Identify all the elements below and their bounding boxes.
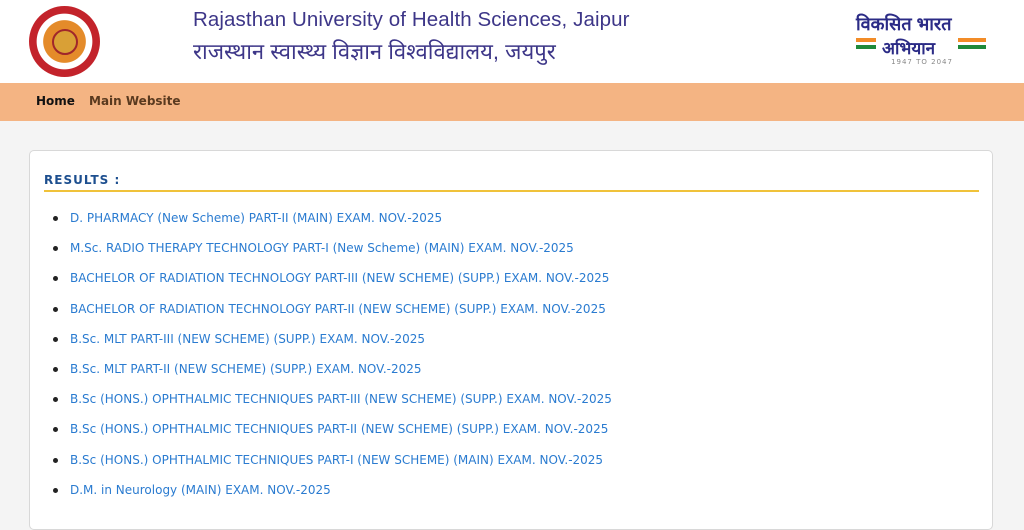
campaign-line2: अभियान [882, 39, 936, 58]
saffron-stripe [856, 38, 876, 42]
university-title-hindi: राजस्थान स्वास्थ्य विज्ञान विश्वविद्यालय… [193, 39, 556, 64]
result-link[interactable]: B.Sc. MLT PART-II (NEW SCHEME) (SUPP.) E… [70, 362, 422, 376]
university-title-english: Rajasthan University of Health Sciences,… [193, 8, 630, 31]
result-link[interactable]: M.Sc. RADIO THERAPY TECHNOLOGY PART-I (N… [70, 241, 574, 255]
result-item: B.Sc. MLT PART-II (NEW SCHEME) (SUPP.) E… [50, 360, 612, 390]
university-seal-icon [29, 6, 100, 77]
result-link[interactable]: BACHELOR OF RADIATION TECHNOLOGY PART-II… [70, 302, 606, 316]
green-stripe-right [958, 45, 986, 49]
campaign-years: 1947 TO 2047 [891, 58, 953, 66]
result-item: B.Sc (HONS.) OPHTHALMIC TECHNIQUES PART-… [50, 390, 612, 420]
green-stripe [856, 45, 876, 49]
nav-home-link[interactable]: Home [36, 94, 75, 108]
result-item: BACHELOR OF RADIATION TECHNOLOGY PART-II… [50, 300, 612, 330]
campaign-row2: अभियान [856, 36, 988, 58]
result-item: B.Sc (HONS.) OPHTHALMIC TECHNIQUES PART-… [50, 420, 612, 450]
saffron-stripe-right [958, 38, 986, 42]
result-item: D. PHARMACY (New Scheme) PART-II (MAIN) … [50, 209, 612, 239]
result-link[interactable]: B.Sc (HONS.) OPHTHALMIC TECHNIQUES PART-… [70, 453, 603, 467]
result-link[interactable]: D.M. in Neurology (MAIN) EXAM. NOV.-2025 [70, 483, 331, 497]
viksit-bharat-logo: विकसित भारत अभियान 1947 TO 2047 [856, 12, 988, 70]
result-link[interactable]: B.Sc. MLT PART-III (NEW SCHEME) (SUPP.) … [70, 332, 425, 346]
result-item: M.Sc. RADIO THERAPY TECHNOLOGY PART-I (N… [50, 239, 612, 269]
campaign-line1: विकसित भारत [856, 14, 952, 34]
results-heading: RESULTS : [44, 173, 121, 187]
results-list: D. PHARMACY (New Scheme) PART-II (MAIN) … [50, 209, 612, 511]
results-card: RESULTS : D. PHARMACY (New Scheme) PART-… [29, 150, 993, 530]
result-link[interactable]: B.Sc (HONS.) OPHTHALMIC TECHNIQUES PART-… [70, 392, 612, 406]
result-link[interactable]: BACHELOR OF RADIATION TECHNOLOGY PART-II… [70, 271, 609, 285]
result-link[interactable]: B.Sc (HONS.) OPHTHALMIC TECHNIQUES PART-… [70, 422, 608, 436]
result-item: BACHELOR OF RADIATION TECHNOLOGY PART-II… [50, 269, 612, 299]
result-item: D.M. in Neurology (MAIN) EXAM. NOV.-2025 [50, 481, 612, 511]
site-header: Rajasthan University of Health Sciences,… [0, 0, 1024, 83]
main-nav: Home Main Website [0, 83, 1024, 121]
nav-main-website-link[interactable]: Main Website [89, 94, 181, 108]
result-link[interactable]: D. PHARMACY (New Scheme) PART-II (MAIN) … [70, 211, 442, 225]
seal-emblem [51, 28, 78, 55]
results-heading-underline [44, 190, 979, 192]
result-item: B.Sc. MLT PART-III (NEW SCHEME) (SUPP.) … [50, 330, 612, 360]
result-item: B.Sc (HONS.) OPHTHALMIC TECHNIQUES PART-… [50, 451, 612, 481]
